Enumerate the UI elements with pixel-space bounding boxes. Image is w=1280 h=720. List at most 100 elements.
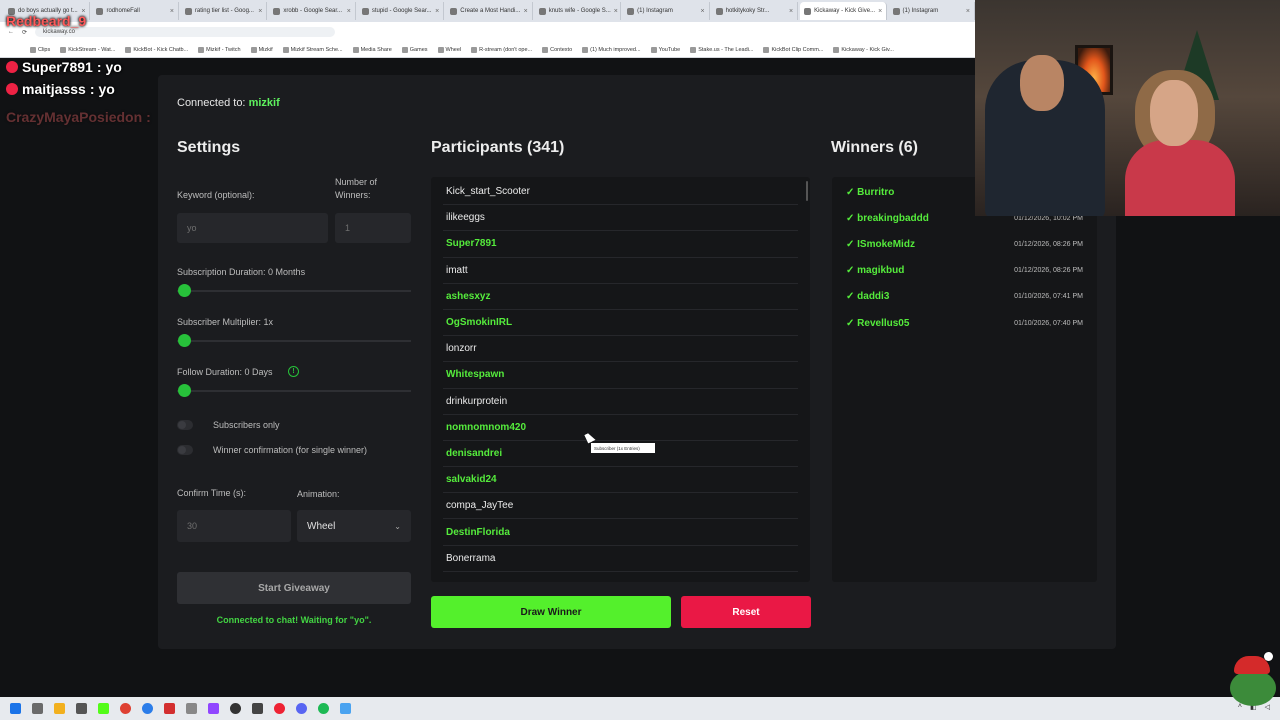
obs-icon[interactable] (230, 703, 241, 714)
bookmark-favicon-icon (401, 46, 408, 53)
participant-row[interactable]: imatt (443, 258, 798, 284)
browser-tab[interactable]: knuts wife - Google S... × (535, 2, 622, 20)
browser-tab[interactable]: Kickaway - Kick Give... × (800, 2, 887, 20)
close-icon[interactable]: × (347, 8, 351, 15)
app-icon[interactable] (274, 703, 285, 714)
chrome-icon[interactable] (120, 703, 131, 714)
bookmark-item[interactable]: Mizkif - Twitch (198, 46, 241, 53)
bookmark-label: Wheel (445, 46, 462, 53)
winner-confirmation-toggle[interactable] (177, 445, 193, 455)
bookmark-item[interactable]: KickBot Clip Comm... (763, 46, 823, 53)
follow-duration-slider[interactable] (177, 390, 411, 392)
browser-tab[interactable]: stupid - Google Sear... × (358, 2, 445, 20)
sub-multiplier-slider[interactable] (177, 340, 411, 342)
animation-select[interactable]: Wheel ⌄ (297, 510, 411, 542)
confirm-time-label: Confirm Time (s): (177, 488, 247, 498)
participants-list[interactable]: Kick_start_Scooter ilikeeggs Super7891 imat… (431, 177, 810, 582)
windows-start-icon[interactable] (10, 703, 21, 714)
close-icon[interactable]: × (614, 8, 618, 15)
browser-tab[interactable]: xrobb - Google Sear... × (269, 2, 356, 20)
participant-row[interactable]: Kick_start_Scooter (443, 179, 798, 206)
participant-row[interactable]: nomnomnom420 (443, 415, 798, 441)
winners-count-input[interactable]: 1 (335, 213, 411, 243)
app-icon[interactable] (340, 703, 351, 714)
close-icon[interactable]: × (878, 8, 882, 15)
participant-row[interactable]: DestinFlorida (443, 519, 798, 546)
reset-button[interactable]: Reset (681, 596, 811, 628)
participants-title: Participants (341) (431, 139, 565, 156)
bookmark-item[interactable]: Contexto (542, 46, 572, 53)
santa-hat-pom (1264, 652, 1273, 661)
browser-tab[interactable]: (1) Instagram × (889, 2, 975, 20)
participant-row[interactable]: compa_JayTee (443, 493, 798, 520)
participant-row[interactable]: Super7891 (443, 231, 798, 258)
close-icon[interactable]: × (170, 8, 174, 15)
winner-name: ✓ Revellus05 (846, 317, 910, 329)
participant-row[interactable]: salvakid24 (443, 467, 798, 494)
bookmark-item[interactable]: Kickaway - Kick Giv... (833, 46, 894, 53)
sub-duration-slider-handle[interactable] (178, 284, 191, 297)
subscribers-only-toggle[interactable] (177, 420, 193, 430)
bookmark-favicon-icon (650, 46, 657, 53)
close-icon[interactable]: × (524, 8, 528, 15)
bookmark-item[interactable]: Mizkif Stream Sche... (282, 46, 343, 53)
app-icon[interactable] (76, 703, 87, 714)
bookmark-item[interactable]: Media Share (352, 46, 392, 53)
app-icon[interactable] (252, 703, 263, 714)
close-icon[interactable]: × (789, 8, 793, 15)
follow-duration-slider-handle[interactable] (178, 384, 191, 397)
chat-line: maitjasss: yo (6, 78, 151, 100)
participant-row[interactable]: OgSmokinIRL (443, 310, 798, 337)
bookmark-item[interactable]: (1) Much improved... (582, 46, 641, 53)
bookmark-item[interactable]: Wheel (437, 46, 462, 53)
participant-row[interactable]: drinkurprotein (443, 389, 798, 415)
start-giveaway-button[interactable]: Start Giveaway (177, 572, 411, 604)
participant-row[interactable]: ilikeeggs (443, 205, 798, 232)
file-explorer-icon[interactable] (54, 703, 65, 714)
confirm-time-input[interactable]: 30 (177, 510, 291, 542)
bookmark-favicon-icon (690, 46, 697, 53)
tab-favicon-icon (804, 7, 812, 15)
spotify-icon[interactable] (318, 703, 329, 714)
sub-duration-slider[interactable] (177, 290, 411, 292)
winner-confirmation-label: Winner confirmation (for single winner) (213, 445, 368, 455)
close-icon[interactable]: × (966, 8, 970, 15)
bookmark-label: Mizkif (258, 46, 273, 53)
close-icon[interactable]: × (435, 8, 439, 15)
bookmark-item[interactable]: YouTube (650, 46, 680, 53)
draw-winner-button[interactable]: Draw Winner (431, 596, 671, 628)
participant-row[interactable]: Bonerrama (443, 546, 798, 572)
app-icon[interactable] (164, 703, 175, 714)
settings-title: Settings (177, 139, 241, 156)
tab-label: (1) Instagram (902, 8, 939, 14)
bookmark-item[interactable]: R-stream (don't ope... (471, 46, 532, 53)
info-icon[interactable]: ! (288, 366, 299, 377)
app-icon[interactable] (208, 703, 219, 714)
browser-tab[interactable]: (1) Instagram × (623, 2, 710, 20)
discord-icon[interactable] (296, 703, 307, 714)
bookmark-item[interactable]: Games (401, 46, 428, 53)
browser-tab[interactable]: rating tier list - Goog... × (181, 2, 268, 20)
sub-multiplier-slider-handle[interactable] (178, 334, 191, 347)
scrollbar[interactable] (806, 181, 808, 201)
tab-favicon-icon (184, 7, 192, 15)
bookmark-item[interactable]: Mizkif (250, 46, 273, 53)
subscriber-tooltip: Subscriber (1x Entries) (591, 443, 655, 453)
edge-icon[interactable] (142, 703, 153, 714)
search-icon[interactable] (32, 703, 43, 714)
app-icon[interactable] (186, 703, 197, 714)
close-icon[interactable]: × (701, 8, 705, 15)
kick-icon[interactable] (98, 703, 109, 714)
participant-row[interactable]: lonzorr (443, 336, 798, 363)
keyword-input[interactable]: yo (177, 213, 328, 243)
browser-tab[interactable]: Create a Most Handi... × (446, 2, 533, 20)
winner-name: ✓ magikbud (846, 265, 905, 277)
browser-tab[interactable]: hotkitykoky Str... × (712, 2, 799, 20)
close-icon[interactable]: × (258, 8, 262, 15)
participant-row[interactable]: Whitespawn (443, 362, 798, 389)
tab-favicon-icon (627, 7, 635, 15)
chat-line: CrazyMayaPosiedon: (6, 106, 151, 128)
participant-row[interactable]: ashesxyz (443, 284, 798, 310)
winner-timestamp: 01/12/2026, 08:26 PM (1014, 267, 1083, 275)
bookmark-item[interactable]: Stake.us - The Leadi... (690, 46, 753, 53)
